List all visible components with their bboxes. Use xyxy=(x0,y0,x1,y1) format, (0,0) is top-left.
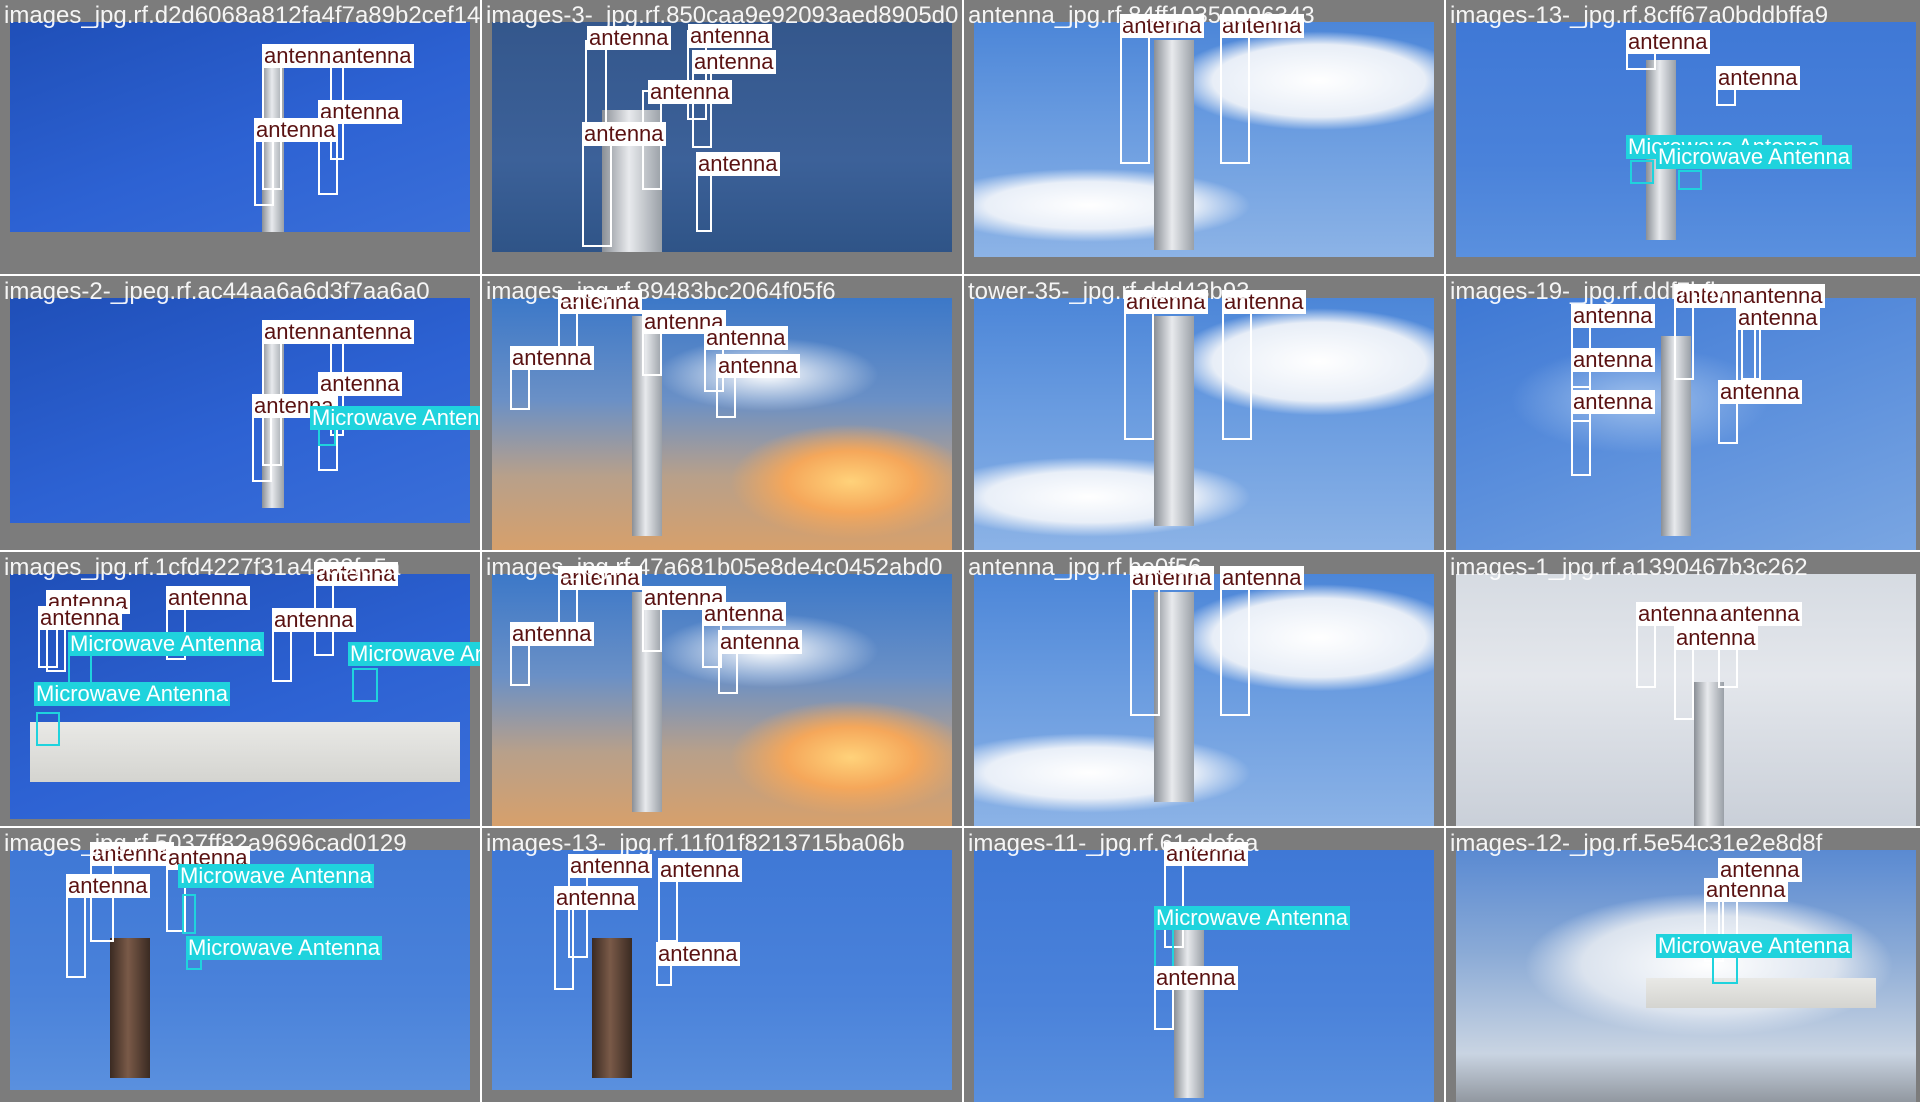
antenna-label: antenna xyxy=(1154,965,1238,990)
microwave-antenna-label: Microwave Antenna xyxy=(1656,933,1852,958)
microwave-antenna-label: Microwave Antenna xyxy=(310,406,480,430)
tower-mast xyxy=(1154,592,1194,802)
antenna-label: antenna xyxy=(692,49,776,74)
tile-photo xyxy=(974,22,1434,257)
antenna-label: antenna xyxy=(648,79,732,104)
microwave-antenna-bbox xyxy=(36,712,60,746)
image-tile: antenna antenna antenna antenna antenna anten… xyxy=(1446,276,1920,550)
tile-filename: tower-35-_jpg.rf.ddd43b93 xyxy=(968,278,1250,305)
image-tile: antenna antenna antenna antenna antenna anten… xyxy=(482,0,962,274)
tile-filename: images_jpg.rf.5037ff82a9696cad0129 xyxy=(4,830,407,857)
tile-filename: images-13-_jpg.rf.11f01f8213715ba06b xyxy=(486,830,905,857)
tile-filename: images-1_jpg.rf.a1390467b3c262 xyxy=(1450,554,1808,581)
antenna-label: antenna xyxy=(38,605,122,630)
tile-filename: images-2-_jpeg.rf.ac44aa6a6d3f7aa6a0 xyxy=(4,278,430,305)
antenna-label: antenna xyxy=(702,601,786,626)
image-tile: antenna antenna antenna antenna images-13-_j… xyxy=(482,828,962,1102)
microwave-antenna-bbox xyxy=(1678,170,1702,190)
microwave-antenna-label: Microwave Antenna xyxy=(34,681,230,706)
tile-photo xyxy=(1456,850,1916,1102)
detection-mosaic: antenna antenna antenna antenna images_jpg.r… xyxy=(0,0,1920,1102)
tower-mast xyxy=(1154,316,1194,526)
antenna-label: antenna xyxy=(1704,877,1788,902)
antenna-label: antenna xyxy=(704,325,788,350)
antenna-label: antenna xyxy=(696,151,780,176)
antenna-label: antenna xyxy=(1636,601,1720,626)
image-tile: antenna antenna antenna_jpg.rf.be0f56 xyxy=(964,552,1444,826)
tower-mast xyxy=(1694,682,1724,826)
antenna-label: antenna xyxy=(1718,379,1802,404)
microwave-antenna-bbox xyxy=(1630,160,1654,184)
rooftop-building xyxy=(300,722,460,782)
tile-filename: images-13-_jpg.rf.8cff67a0bddbffa9 xyxy=(1450,2,1829,29)
rooftop-building xyxy=(1646,978,1876,1008)
image-tile: antenna antenna antenna antenna antenna Micro… xyxy=(0,552,480,826)
antenna-label: antenna xyxy=(1716,65,1800,90)
tile-filename: images-12-_jpg.rf.5e54c31e2e8d8f xyxy=(1450,830,1823,857)
tile-filename: images-19-_jpg.rf.ddf7bfb xyxy=(1450,278,1724,305)
image-tile: antenna antenna antenna antenna antenna image… xyxy=(482,552,962,826)
microwave-antenna-label: Microwave Antenna xyxy=(178,863,374,888)
tower-mast xyxy=(110,938,150,1078)
microwave-antenna-bbox xyxy=(182,894,196,934)
antenna-label: antenna xyxy=(1571,303,1655,328)
tile-filename: images_jpg.rf.d2d6068a812fa4f7a89b2cef14 xyxy=(4,2,480,29)
tile-filename: antenna_jpg.rf.84ff10350996343 xyxy=(968,2,1315,29)
antenna-label: antenna xyxy=(582,121,666,146)
antenna-label: antenna xyxy=(1736,305,1820,330)
antenna-label: antenna xyxy=(510,621,594,646)
antenna-label: antenna xyxy=(510,345,594,370)
image-tile: antenna antenna antenna antenna antenna image… xyxy=(482,276,962,550)
antenna-label: antenna xyxy=(254,117,338,142)
image-tile: antenna antenna antenna antenna Microwave An… xyxy=(0,276,480,550)
rooftop-building xyxy=(30,722,320,782)
tower-mast xyxy=(592,938,632,1078)
antenna-label: antenna xyxy=(330,319,414,344)
antenna-label: antenna xyxy=(554,885,638,910)
tile-filename: antenna_jpg.rf.be0f56 xyxy=(968,554,1202,581)
microwave-antenna-bbox xyxy=(352,668,378,702)
microwave-antenna-label: Microwave Antenna xyxy=(186,935,382,960)
microwave-antenna-bbox xyxy=(1712,954,1738,984)
image-tile: antenna antenna antenna antenna images_jpg.r… xyxy=(0,0,480,274)
antenna-label: antenna xyxy=(1571,347,1655,372)
tile-photo xyxy=(974,574,1434,826)
tower-mast xyxy=(1154,40,1194,250)
image-tile: antenna antenna antenna images-1_jpg.rf.a13… xyxy=(1446,552,1920,826)
antenna-label: antenna xyxy=(166,585,250,610)
antenna-label: antenna xyxy=(656,941,740,966)
antenna-label: antenna xyxy=(272,607,356,632)
image-tile: antenna antenna tower-35-_jpg.rf.ddd43b93 xyxy=(964,276,1444,550)
microwave-antenna-label: Microwave Antenna xyxy=(348,642,480,666)
antenna-label: antenna xyxy=(330,43,414,68)
image-tile: antenna Microwave Antenna antenna images-11… xyxy=(964,828,1444,1102)
antenna-label: antenna xyxy=(1220,565,1304,590)
antenna-label: antenna xyxy=(716,353,800,378)
antenna-label: antenna xyxy=(1626,29,1710,54)
image-tile: antenna antenna antenna_jpg.rf.84ff1035099… xyxy=(964,0,1444,274)
image-tile: antenna antenna antenna Microwave Antenna Mi… xyxy=(0,828,480,1102)
tile-filename: images_jpg.rf.89483bc2064f05f6 xyxy=(486,278,836,305)
image-tile: antenna antenna Microwave Antenna images-12… xyxy=(1446,828,1920,1102)
antenna-label: antenna xyxy=(1571,389,1655,414)
microwave-antenna-label: Microwave Antenna xyxy=(68,631,264,656)
tile-filename: images-11-_jpg.rf.61adefca xyxy=(968,830,1259,857)
antenna-label: antenna xyxy=(718,629,802,654)
antenna-label: antenna xyxy=(1674,625,1758,650)
microwave-antenna-label: Microwave Antenna xyxy=(1154,905,1350,930)
tile-filename: images-3-_jpg.rf.850caa9e92093aed8905d0 xyxy=(486,2,959,29)
microwave-antenna-label: Microwave Antenna xyxy=(1656,144,1852,169)
tile-photo xyxy=(974,298,1434,550)
antenna-label: antenna xyxy=(66,873,150,898)
tile-filename: images_jpg.rf.1cfd4227f31a4983fe5a xyxy=(4,554,401,581)
antenna-label: antenna xyxy=(658,857,742,882)
antenna-label: antenna xyxy=(1718,601,1802,626)
tile-filename: images_jpg.rf.47a681b05e8de4c0452abd0 xyxy=(486,554,943,581)
image-tile: antennaantennaMicrowave AntennaMicrowave… xyxy=(1446,0,1920,274)
